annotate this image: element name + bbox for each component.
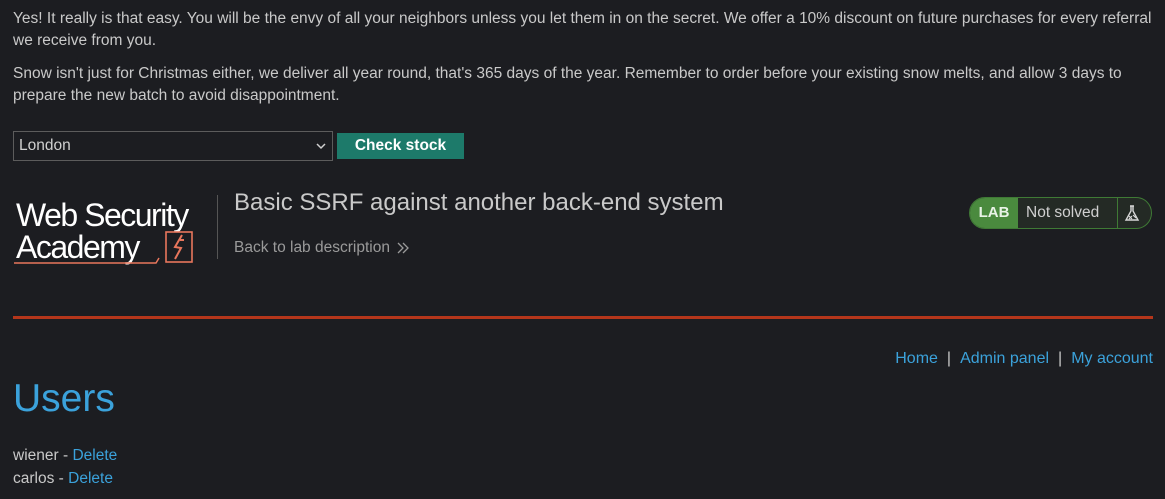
nav-my-account-link[interactable]: My account — [1071, 350, 1153, 367]
lab-title: Basic SSRF against another back-end syst… — [234, 189, 724, 216]
back-to-lab-description-link[interactable]: Back to lab description — [234, 239, 410, 257]
product-description-paragraph: Yes! It really is that easy. You will be… — [13, 10, 1152, 49]
nav-separator: | — [946, 350, 952, 367]
check-stock-button[interactable]: Check stock — [337, 133, 464, 159]
badge-separator — [1117, 198, 1118, 228]
chevron-down-icon — [316, 143, 326, 150]
double-chevron-right-icon — [397, 242, 409, 254]
nav-admin-panel-link[interactable]: Admin panel — [960, 350, 1049, 367]
lab-status-badge: LAB Not solved — [969, 197, 1152, 229]
logo-text-line1: Web Security — [16, 197, 189, 233]
store-select-value: London — [19, 137, 71, 154]
nav-separator: | — [1058, 350, 1063, 367]
store-select[interactable]: London — [13, 131, 333, 161]
logo-text-line2: Academy — [16, 229, 140, 265]
web-security-academy-logo[interactable]: Web Security Academy — [14, 193, 219, 268]
back-link-label: Back to lab description — [234, 239, 390, 256]
header-divider — [217, 195, 218, 259]
user-name: carlos — [13, 470, 55, 487]
delete-user-link[interactable]: Delete — [72, 447, 117, 464]
nav-home-link[interactable]: Home — [895, 350, 938, 367]
lab-tag: LAB — [970, 198, 1018, 228]
header-rule — [13, 316, 1153, 319]
user-dash: - — [58, 447, 73, 464]
flask-icon — [1124, 205, 1140, 221]
product-description-paragraph: Snow isn't just for Christmas either, we… — [13, 65, 1122, 104]
user-list: wiener - Delete carlos - Delete — [13, 444, 117, 490]
lightning-bolt-icon — [165, 231, 193, 263]
delete-user-link[interactable]: Delete — [68, 470, 113, 487]
user-name: wiener — [13, 447, 59, 464]
user-dash: - — [54, 470, 69, 487]
lab-status-text: Not solved — [1026, 204, 1100, 221]
top-navigation: Home | Admin panel | My account — [895, 350, 1153, 368]
user-list-item: wiener - Delete — [13, 444, 117, 467]
user-list-item: carlos - Delete — [13, 467, 117, 490]
users-heading: Users — [13, 377, 115, 420]
